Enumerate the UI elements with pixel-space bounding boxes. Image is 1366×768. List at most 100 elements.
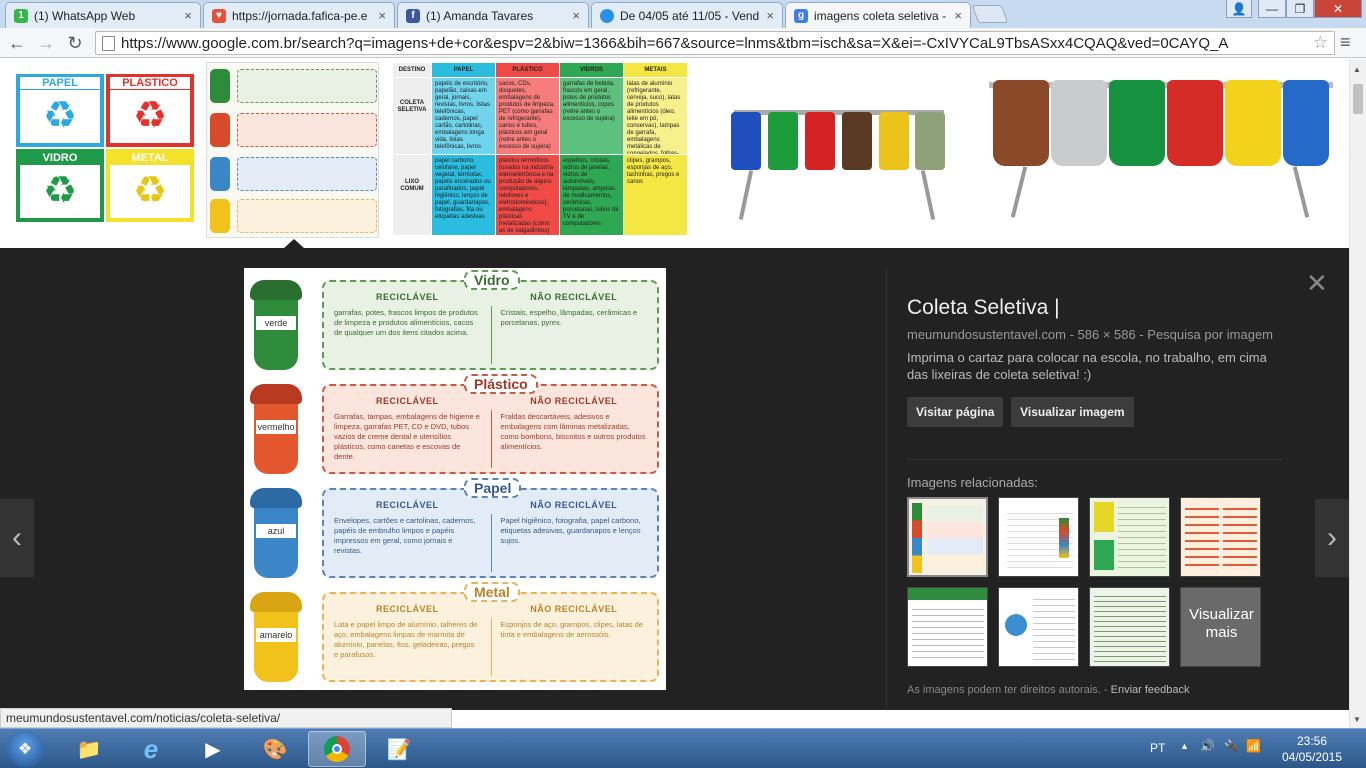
close-tab-icon[interactable]: × (184, 8, 192, 23)
selection-caret (284, 239, 304, 248)
recyclable-text: Garrafas, tampas, embalagens de higiene … (334, 412, 480, 461)
recycle-icon: ♻ (110, 90, 190, 143)
network-icon[interactable]: 📶 (1246, 739, 1261, 753)
internet-explorer-taskbar-icon[interactable]: e (122, 731, 180, 767)
copyright-note: As imagens podem ter direitos autorais. (907, 684, 1101, 696)
media-player-taskbar-icon[interactable]: ▶ (184, 731, 242, 767)
related-image[interactable] (907, 497, 988, 577)
image-title[interactable]: Coleta Seletiva | (907, 296, 1349, 320)
new-tab-button[interactable] (971, 5, 1009, 23)
glass-label: VIDRO (20, 152, 100, 164)
tab-title: (1) WhatsApp Web (34, 8, 136, 23)
send-feedback-link[interactable]: Enviar feedback (1111, 684, 1190, 696)
poster-section-plastic: vermelho Plástico RECICLÁVEL Garrafas, ta… (244, 374, 666, 480)
notepad-taskbar-icon[interactable]: 📝 (370, 731, 428, 767)
show-hidden-icons[interactable]: ▲ (1180, 741, 1189, 751)
related-image[interactable] (1180, 497, 1261, 577)
reload-icon[interactable]: ↻ (64, 32, 86, 54)
table-cell: garrafas de bebida, frascos em geral, po… (560, 78, 623, 154)
bin-label: amarelo (256, 628, 296, 642)
recyclable-heading: RECICLÁVEL (375, 500, 439, 510)
minimize-button[interactable]: — (1258, 0, 1286, 18)
related-image[interactable] (907, 587, 988, 667)
back-icon[interactable]: ← (6, 32, 28, 54)
start-button[interactable]: ❖ (6, 731, 44, 767)
tab-facebook[interactable]: f (1) Amanda Tavares × (397, 2, 589, 28)
glass-box-mini (237, 69, 377, 103)
close-tab-icon[interactable]: × (572, 8, 580, 23)
close-icon[interactable]: ✕ (1306, 268, 1328, 299)
tab-vendas[interactable]: De 04/05 até 11/05 - Vend × (591, 2, 783, 28)
file-explorer-taskbar-icon[interactable]: 📁 (60, 731, 118, 767)
scroll-up-icon[interactable]: ▲ (1353, 65, 1361, 74)
table-cell: sacos, CDs, disquetes, embalagens de pro… (496, 78, 559, 154)
browser-toolbar: ← → ↻ https://www.google.com.br/search?q… (0, 28, 1366, 58)
not-recyclable-heading: NÃO RECICLÁVEL (530, 396, 618, 406)
scrollbar-thumb[interactable] (1353, 84, 1363, 114)
not-recyclable-text: Esponjos de aço, grampos, clipes, latas … (500, 620, 644, 639)
next-image-button[interactable]: › (1315, 499, 1349, 577)
power-icon[interactable]: 🔌 (1224, 739, 1239, 753)
user-icon[interactable]: 👤 (1226, 0, 1252, 18)
preview-image-poster[interactable]: verde Vidro RECICLÁVEL garrafas, potes, f… (244, 268, 666, 690)
tab-title: De 04/05 até 11/05 - Vend (620, 8, 760, 23)
table-header: PLÁSTICO (496, 63, 559, 77)
table-cell: latas de alumínio (refrigerante, cerveja… (624, 78, 687, 154)
plastic-box-mini (237, 113, 377, 147)
table-cell: COLETA SELETIVA (393, 78, 431, 154)
bookmark-star-icon[interactable]: ☆ (1313, 33, 1328, 53)
language-indicator[interactable]: PT (1150, 741, 1165, 755)
vertical-scrollbar[interactable]: ▲ ▼ (1349, 59, 1366, 728)
chrome-taskbar-icon[interactable] (308, 731, 366, 767)
tab-whatsapp[interactable]: 1 (1) WhatsApp Web × (5, 2, 201, 28)
recyclable-heading: RECICLÁVEL (375, 396, 439, 406)
yellow-bin (1225, 80, 1281, 166)
bin-rail (734, 110, 944, 115)
chrome-menu-icon[interactable]: ≡ (1340, 32, 1351, 53)
red-bin (1167, 80, 1223, 166)
poster-section-paper: azul Papel RECICLÁVEL Envelopes, cartões … (244, 478, 666, 584)
stand-leg (738, 170, 754, 220)
image-preview-panel: ‹ verde Vidro RECICLÁVEL garrafas, potes,… (0, 248, 1349, 710)
related-image[interactable] (998, 587, 1079, 667)
green-bin-icon: verde (250, 276, 302, 374)
paint-taskbar-icon[interactable]: 🎨 (246, 731, 304, 767)
close-tab-icon[interactable]: × (766, 8, 774, 23)
maximize-button[interactable]: ❐ (1286, 0, 1314, 18)
tab-title: (1) Amanda Tavares (426, 8, 534, 23)
previous-image-button[interactable]: ‹ (0, 499, 34, 577)
related-image[interactable] (1089, 587, 1170, 667)
section-title: Vidro (464, 270, 520, 290)
recycle-icon: ♻ (20, 90, 100, 143)
related-image[interactable] (998, 497, 1079, 577)
bin-label: azul (256, 524, 296, 538)
metal-box-mini (237, 199, 377, 233)
scroll-down-icon[interactable]: ▼ (1353, 715, 1361, 724)
result-thumb-recycle-colors[interactable]: PAPEL ♻ PLÁSTICO ♻ VIDRO ♻ METAL ♻ (16, 74, 194, 222)
volume-icon[interactable]: 🔊 (1200, 739, 1215, 753)
related-image[interactable] (1089, 497, 1170, 577)
result-thumb-poster-selected[interactable] (206, 62, 379, 238)
forward-icon[interactable]: → (35, 32, 57, 54)
section-title: Papel (464, 478, 522, 498)
plastic-label: PLÁSTICO (110, 77, 190, 89)
result-thumb-table[interactable]: DESTINO PAPEL PLÁSTICO VIDROS METAIS COL… (393, 63, 688, 235)
result-thumb-five-bins[interactable] (989, 62, 1333, 222)
address-bar[interactable]: https://www.google.com.br/search?q=image… (95, 31, 1335, 55)
globe-icon (600, 8, 614, 23)
close-tab-icon[interactable]: × (378, 8, 386, 23)
facebook-icon: f (406, 8, 420, 23)
clock[interactable]: 23:56 04/05/2015 (1268, 733, 1356, 765)
result-thumb-six-bins[interactable] (726, 62, 951, 238)
view-more-button[interactable]: Visualizar mais (1180, 587, 1261, 667)
close-window-button[interactable]: ✕ (1314, 0, 1362, 18)
tab-google-images[interactable]: g imagens coleta seletiva - I × (785, 2, 971, 28)
view-image-button[interactable]: Visualizar imagem (1011, 397, 1134, 427)
not-recyclable-heading: NÃO RECICLÁVEL (530, 292, 618, 302)
paper-square: PAPEL ♻ (16, 74, 104, 147)
visit-page-button[interactable]: Visitar página (907, 397, 1004, 427)
tab-jornada[interactable]: ♥ https://jornada.fafica-pe.e × (203, 2, 395, 28)
blue-bin-icon: azul (250, 484, 302, 582)
recycle-icon: ♻ (20, 165, 100, 218)
close-tab-icon[interactable]: × (954, 8, 962, 23)
